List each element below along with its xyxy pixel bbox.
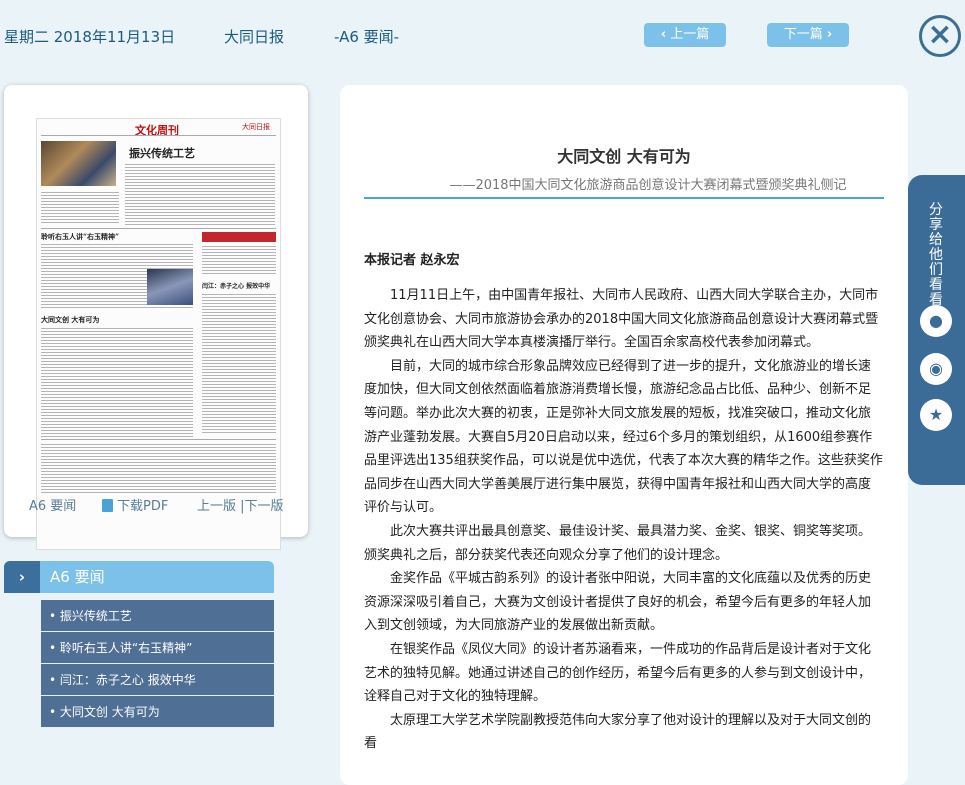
text-block: [125, 163, 275, 225]
thumbnail-photo: [147, 269, 193, 305]
download-pdf-link[interactable]: 下载PDF: [102, 495, 168, 514]
text-block: [202, 245, 276, 275]
download-pdf-label: 下载PDF: [117, 499, 169, 514]
divider: [41, 439, 276, 440]
text-block: [41, 327, 193, 437]
issue-date: 星期二 2018年11月13日: [4, 28, 176, 46]
thumbnail-headline: 闫江：赤子之心 报效中华: [202, 283, 271, 290]
text-block: [202, 293, 276, 433]
text-block: [41, 191, 119, 225]
close-button[interactable]: ×: [919, 15, 961, 57]
chevron-left-icon: ‹: [660, 27, 667, 42]
thumbnail-photo: [41, 141, 116, 186]
text-block: [41, 443, 276, 493]
weibo-icon[interactable]: ◉: [920, 353, 952, 385]
newspaper-name: 大同日报: [224, 28, 285, 46]
share-sidebar: 分享给他们看看 ● ◉ ★: [908, 175, 965, 485]
thumbnail-headline: 聆听右玉人讲“右玉精神”: [41, 232, 120, 241]
share-label: 分享给他们看看: [929, 202, 943, 308]
newspaper-logo: 大同日报: [242, 123, 270, 131]
divider: [41, 135, 276, 136]
pdf-icon: [102, 499, 113, 512]
article-body: 11月11日上午，由中国青年报社、大同市人民政府、山西大同大学联合主办，大同市文…: [364, 284, 883, 756]
page-thumbnail[interactable]: 文化周刊 大同日报 振兴传统工艺 聆听右玉人讲“右玉精神” 大同文创 大有可为 …: [36, 118, 281, 550]
thumbnail-section-link[interactable]: A6 要闻: [29, 495, 76, 514]
page-navigation-links[interactable]: 上一版 |下一版: [197, 495, 284, 514]
article-paragraph: 此次大赛共评出最具创意奖、最佳设计奖、最具潜力奖、金奖、银奖、铜奖等奖项。颁奖典…: [364, 523, 872, 563]
list-item[interactable]: • 闫江：赤子之心 报效中华: [41, 664, 274, 696]
page-thumbnail-card: 文化周刊 大同日报 振兴传统工艺 聆听右玉人讲“右玉精神” 大同文创 大有可为 …: [4, 85, 308, 550]
previous-article-button[interactable]: ‹ 上一篇: [644, 23, 726, 47]
list-item[interactable]: • 聆听右玉人讲“右玉精神”: [41, 632, 274, 664]
thumbnail-headline: 振兴传统工艺: [129, 147, 195, 160]
chevron-right-icon: ›: [4, 561, 40, 593]
favorite-icon[interactable]: ★: [920, 399, 952, 431]
divider: [41, 228, 276, 229]
wechat-icon[interactable]: ●: [920, 305, 952, 337]
article-subtitle: ——2018中国大同文化旅游商品创意设计大赛闭幕式暨颁奖典礼侧记: [449, 178, 847, 193]
list-item[interactable]: • 振兴传统工艺: [41, 600, 274, 632]
article-list-header[interactable]: › A6 要闻: [4, 561, 274, 593]
thumbnail-headline: 大同文创 大有可为: [41, 315, 100, 324]
list-item[interactable]: • 大同文创 大有可为: [41, 696, 274, 728]
article-paragraph: 11月11日上午，由中国青年报社、大同市人民政府、山西大同大学联合主办，大同市文…: [364, 288, 879, 351]
article-list-heading: A6 要闻: [50, 568, 105, 586]
article-paragraph: 在银奖作品《凤仪大同》的设计者苏涵看来，一件成功的作品背后是设计者对于文化艺术的…: [364, 641, 872, 705]
article-paragraph: 目前，大同的城市综合形象品牌效应已经得到了进一步的提升，文化旅游业的增长速度加快…: [364, 358, 883, 516]
next-article-label: 下一篇: [783, 27, 823, 42]
article-paragraph: 金奖作品《平城古韵系列》的设计者张中阳说，大同丰富的文化底蕴以及优秀的历史资源深…: [364, 571, 872, 634]
article-paragraph: 太原理工大学艺术学院副教授范伟向大家分享了他对设计的理解以及对于大同文创的看: [364, 712, 872, 752]
chevron-right-icon: ›: [826, 27, 833, 42]
title-divider: [364, 197, 884, 199]
next-article-button[interactable]: 下一篇 ›: [767, 23, 849, 47]
previous-article-label: 上一篇: [670, 27, 710, 42]
section-label: -A6 要闻-: [334, 28, 400, 46]
article-title: 大同文创 大有可为: [557, 147, 691, 166]
close-icon: ×: [927, 17, 953, 52]
article-list: • 振兴传统工艺 • 聆听右玉人讲“右玉精神” • 闫江：赤子之心 报效中华 •…: [41, 600, 274, 728]
red-banner: [202, 232, 276, 242]
article-panel: 大同文创 大有可为 ——2018中国大同文化旅游商品创意设计大赛闭幕式暨颁奖典礼…: [340, 85, 908, 785]
article-byline: 本报记者 赵永宏: [364, 253, 460, 268]
